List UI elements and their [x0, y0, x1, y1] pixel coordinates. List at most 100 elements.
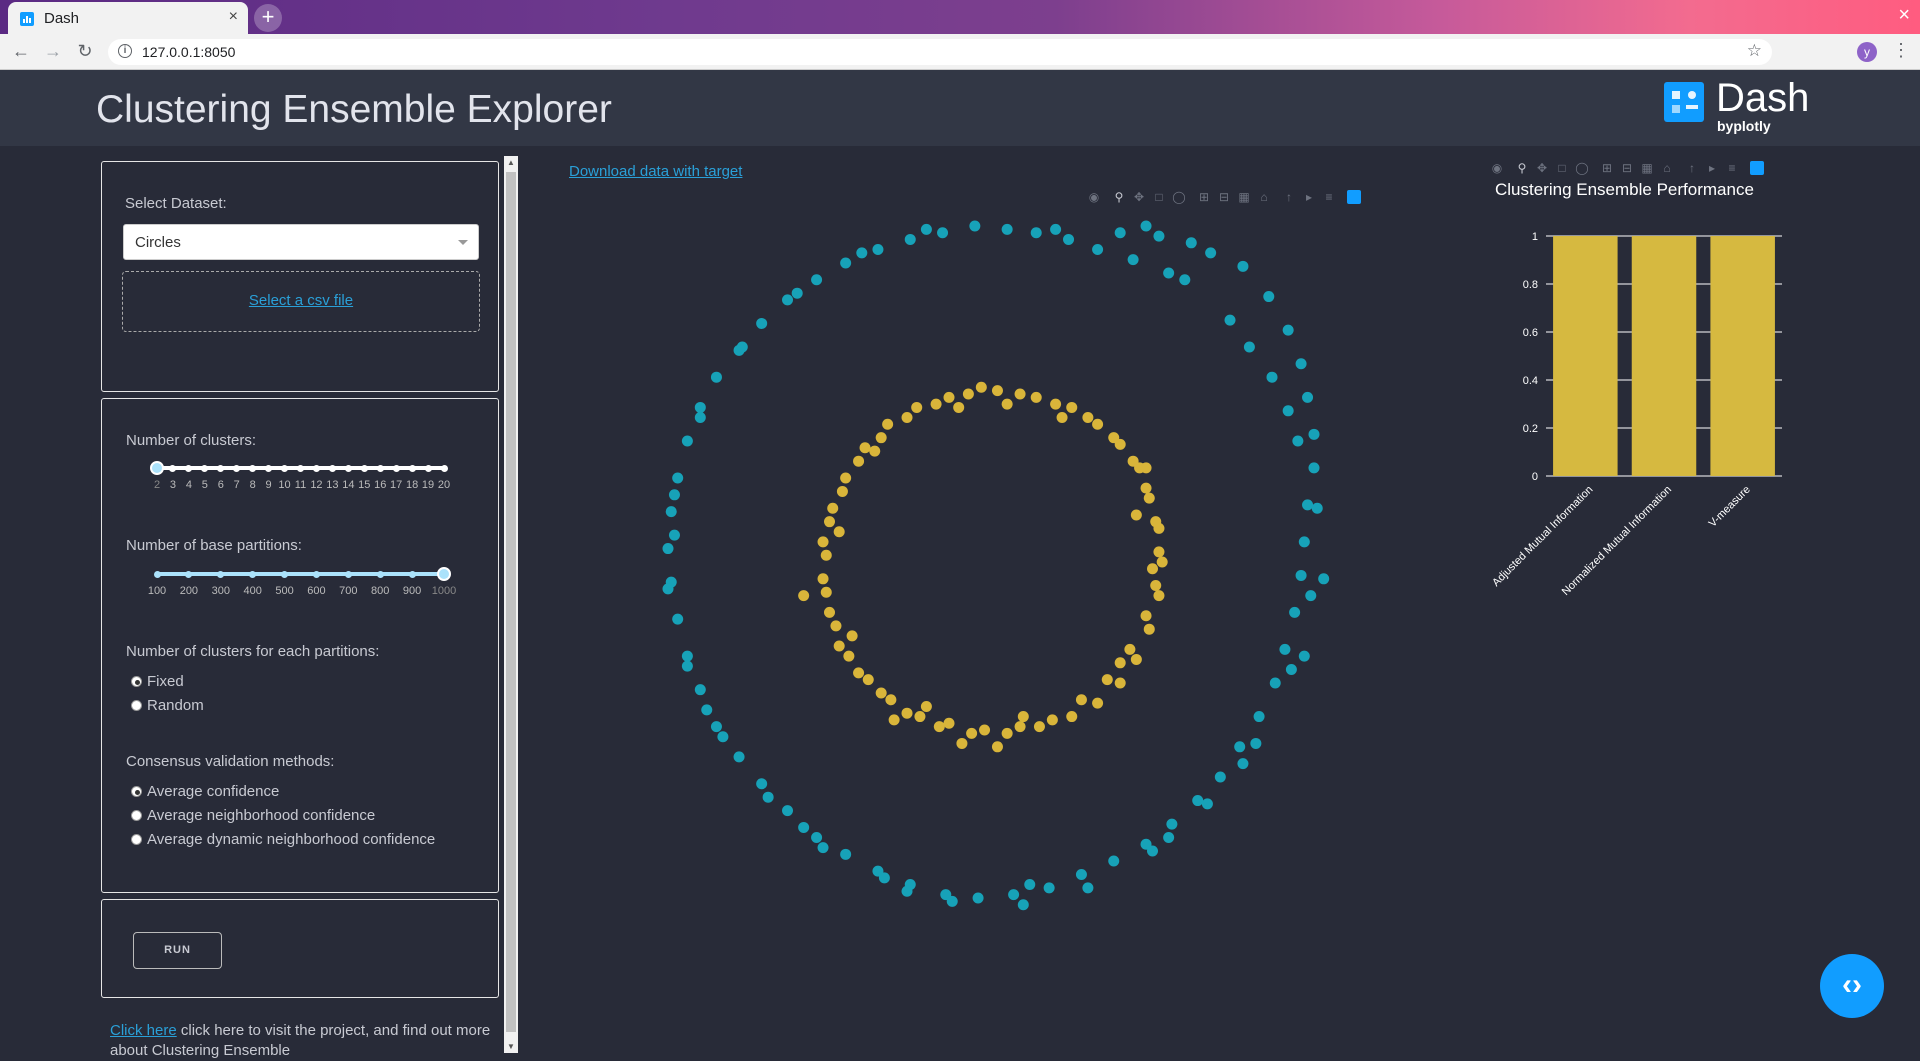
scatter-point[interactable] — [1153, 590, 1165, 602]
scatter-point[interactable] — [1147, 845, 1158, 857]
scatter-point[interactable] — [1263, 291, 1275, 303]
scatter-point[interactable] — [1140, 220, 1152, 232]
scatter-point[interactable] — [1130, 509, 1142, 521]
scatter-point[interactable] — [662, 583, 674, 595]
hover-closest-icon[interactable]: ▸ — [1705, 161, 1719, 175]
scatter-point[interactable] — [820, 586, 832, 598]
address-bar[interactable]: i 127.0.0.1:8050 ☆ — [108, 39, 1772, 65]
scatter-point[interactable] — [1311, 502, 1323, 514]
scatter-point[interactable] — [820, 549, 832, 561]
scatter-point[interactable] — [872, 244, 884, 256]
slider-dot[interactable] — [217, 570, 225, 578]
scatter-point[interactable] — [665, 506, 677, 518]
bar[interactable] — [1710, 236, 1775, 476]
scatter-point[interactable] — [1033, 721, 1045, 733]
scatter-point[interactable] — [668, 489, 680, 501]
scatter-point[interactable] — [1008, 889, 1020, 901]
scatter-point[interactable] — [853, 455, 865, 467]
scatter-point[interactable] — [811, 832, 823, 844]
scatter-point[interactable] — [956, 737, 968, 749]
scatter-point[interactable] — [1166, 818, 1178, 830]
scatter-point[interactable] — [1130, 653, 1142, 665]
scatter-point[interactable] — [1234, 741, 1246, 753]
scatter-point[interactable] — [853, 667, 865, 679]
scatter-point[interactable] — [1140, 482, 1152, 494]
slider-dot[interactable] — [376, 464, 384, 472]
radio-unchecked-icon[interactable] — [131, 834, 142, 845]
scatter-point[interactable] — [662, 543, 674, 555]
slider-dot[interactable] — [440, 464, 448, 472]
menu-dots-icon[interactable]: ⋮ — [1892, 40, 1910, 61]
scatter-point[interactable] — [1024, 879, 1036, 891]
scatter-point[interactable] — [824, 516, 835, 528]
slider-dot[interactable] — [281, 570, 289, 578]
scatter-point[interactable] — [953, 401, 965, 413]
scatter-point[interactable] — [830, 620, 842, 632]
scatter-point[interactable] — [1185, 237, 1197, 249]
scatter-point[interactable] — [1014, 721, 1026, 733]
scatter-point[interactable] — [1046, 714, 1058, 726]
scatter-point[interactable] — [937, 227, 949, 239]
scatter-point[interactable] — [1153, 546, 1165, 558]
scatter-point[interactable] — [710, 721, 722, 733]
scatter-point[interactable] — [946, 895, 958, 907]
scatter-point[interactable] — [817, 573, 829, 585]
radio-dynamic-neighborhood-confidence[interactable]: Average dynamic neighborhood confidence — [131, 831, 435, 848]
scatter-point[interactable] — [1192, 795, 1204, 807]
scroll-down-icon[interactable]: ▼ — [504, 1042, 518, 1051]
slider-dot[interactable] — [344, 464, 352, 472]
tab-close-icon[interactable]: × — [229, 8, 238, 26]
radio-fixed[interactable]: Fixed — [131, 673, 184, 690]
scatter-point[interactable] — [933, 721, 945, 733]
slider-dot[interactable] — [233, 464, 241, 472]
scatter-point[interactable] — [672, 613, 684, 625]
scatter-point[interactable] — [1127, 254, 1139, 266]
scatter-point[interactable] — [1030, 227, 1042, 239]
scatter-point[interactable] — [911, 401, 923, 413]
hover-compare-icon[interactable]: ≡ — [1725, 161, 1739, 175]
scatter-point[interactable] — [1017, 899, 1029, 911]
scatter-point[interactable] — [833, 640, 845, 652]
scatter-point[interactable] — [1050, 398, 1062, 410]
scatter-point[interactable] — [1108, 432, 1120, 444]
scatter-point[interactable] — [824, 606, 835, 618]
browser-tab[interactable]: Dash × — [8, 2, 248, 34]
spike-lines-icon[interactable]: ↑ — [1685, 161, 1699, 175]
scatter-point[interactable] — [901, 412, 913, 424]
info-icon[interactable]: i — [118, 44, 132, 58]
scatter-point[interactable] — [1075, 694, 1087, 706]
back-arrow-icon[interactable]: ← — [10, 41, 32, 62]
scatter-point[interactable] — [694, 412, 706, 424]
zoom-in-icon[interactable]: ⊞ — [1600, 161, 1614, 175]
scatter-point[interactable] — [1056, 412, 1068, 424]
slider-dot[interactable] — [297, 464, 304, 472]
scatter-point[interactable] — [1205, 247, 1217, 259]
scatter-point[interactable] — [843, 650, 855, 662]
scatter-point[interactable] — [791, 287, 803, 299]
scatter-point[interactable] — [1253, 711, 1265, 723]
dataset-dropdown[interactable]: Circles — [123, 224, 479, 260]
scatter-point[interactable] — [862, 674, 874, 686]
scatter-point[interactable] — [1143, 492, 1155, 504]
scatter-point[interactable] — [1302, 391, 1314, 403]
slider-dot[interactable] — [376, 570, 384, 578]
scatter-point[interactable] — [1101, 674, 1113, 686]
scatter-point[interactable] — [856, 247, 868, 259]
scatter-point[interactable] — [1269, 677, 1281, 689]
scatter-point[interactable] — [1156, 556, 1168, 568]
slider-dot[interactable] — [265, 464, 273, 472]
scatter-point[interactable] — [930, 398, 942, 410]
scatter-point[interactable] — [882, 418, 894, 430]
zoom-out-icon[interactable]: ⊟ — [1620, 161, 1634, 175]
cluster-scatter-plot[interactable] — [640, 200, 1360, 920]
download-data-link[interactable]: Download data with target — [569, 163, 742, 180]
scatter-point[interactable] — [975, 381, 987, 393]
scatter-point[interactable] — [1063, 233, 1075, 245]
scatter-point[interactable] — [904, 233, 916, 245]
slider-dot[interactable] — [344, 570, 352, 578]
scatter-point[interactable] — [1237, 758, 1249, 770]
scatter-point[interactable] — [875, 687, 887, 699]
profile-avatar[interactable]: y — [1857, 42, 1877, 62]
scatter-point[interactable] — [1108, 855, 1120, 867]
scatter-point[interactable] — [836, 485, 848, 497]
